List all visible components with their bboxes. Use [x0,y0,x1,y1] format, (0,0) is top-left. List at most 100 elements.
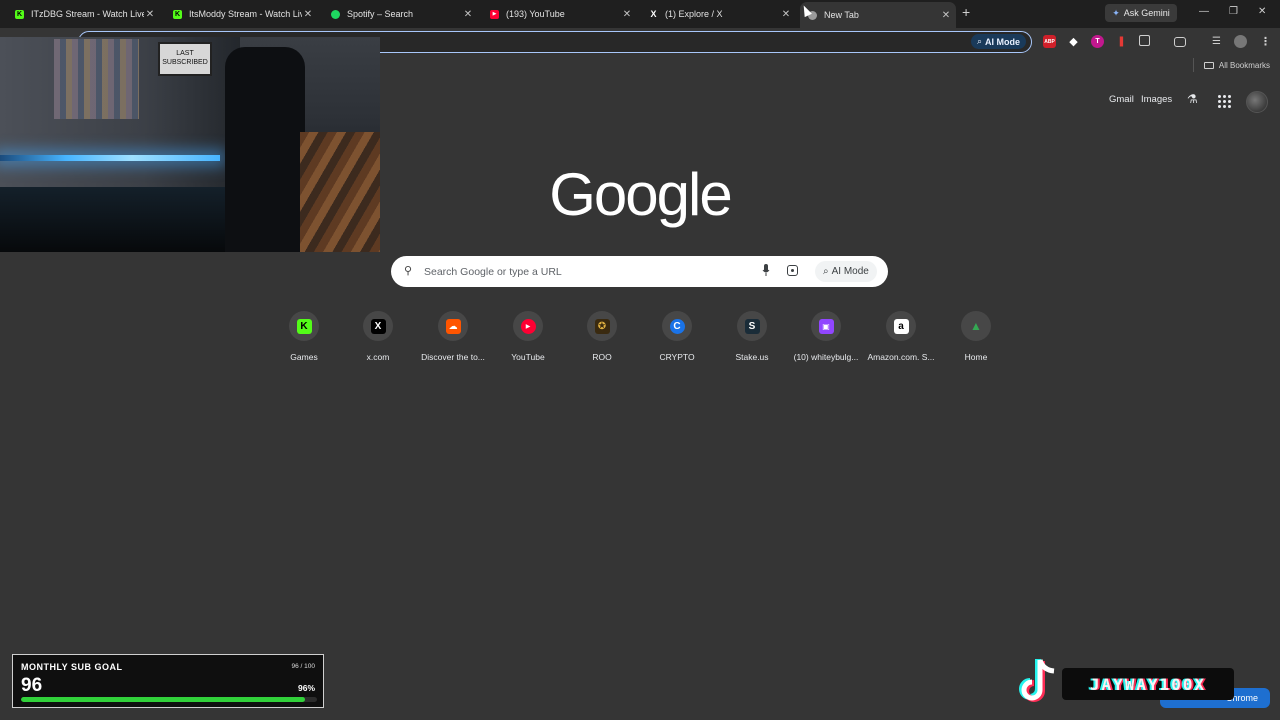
sub-goal-widget: MONTHLY SUB GOAL 96 / 100 96 96% [12,654,324,708]
sub-goal-value: 96 [21,675,43,696]
webcam-led-strip [0,155,220,161]
search-sparkle-icon: ⌕ [823,266,829,277]
adblock-plus-icon[interactable]: ABP [1043,35,1056,48]
tiktok-logo-icon [1019,659,1055,702]
extension-red-icon[interactable]: ❚ [1115,35,1128,48]
webcam-chair [225,47,305,252]
shortcut-youtube[interactable]: ▶ YouTube [488,311,568,362]
tab-spotify[interactable]: Spotify – Search ✕ [324,3,478,25]
shortcut-icon-circle: K [289,311,319,341]
diamond-extension-icon[interactable]: ◆ [1067,35,1080,48]
shortcut-icon-circle: X [363,311,393,341]
stake-icon: S [744,318,760,334]
shortcut-label: YouTube [511,352,545,362]
minimize-icon[interactable]: — [1199,6,1209,17]
shortcut-roo[interactable]: ✪ ROO [562,311,642,362]
google-apps-icon[interactable] [1218,95,1231,108]
webcam-blanket [300,132,380,252]
shortcut-games[interactable]: K Games [264,311,344,362]
new-tab-button[interactable]: + [962,4,970,20]
restore-icon[interactable]: ❐ [1229,6,1238,17]
ai-mode-chip[interactable]: ⌕ AI Mode [970,34,1026,49]
ai-mode-label: AI Mode [985,36,1020,47]
close-icon[interactable]: ✕ [780,9,792,20]
close-icon[interactable]: ✕ [302,9,314,20]
shortcut-label: (10) whiteybulg... [793,352,859,362]
extension-pink-icon[interactable]: T [1091,35,1104,48]
spotify-icon [331,9,340,19]
shortcut-label: ROO [592,352,612,362]
sub-goal-title: MONTHLY SUB GOAL [21,662,123,672]
search-box[interactable]: ⚲ Search Google or type a URL ⌕ AI Mode [391,256,888,287]
tab-new-tab[interactable]: New Tab ✕ [800,2,956,28]
profile-avatar-icon[interactable] [1234,35,1247,48]
search-icon: ⚲ [404,265,413,277]
sub-goal-progress-fill [21,697,306,702]
webcam-overlay: LAST SUBSCRIBED [0,37,380,252]
gmail-link[interactable]: Gmail [1109,94,1134,105]
close-icon[interactable]: ✕ [940,10,952,21]
shortcut-icon-circle: ▣ [811,311,841,341]
close-window-icon[interactable]: ✕ [1258,6,1266,17]
close-icon[interactable]: ✕ [621,9,633,20]
media-control-icon[interactable] [1174,37,1186,47]
microphone-icon[interactable] [762,264,770,276]
webcam-sign: LAST SUBSCRIBED [158,42,212,76]
shortcut-icon-circle: ☁ [438,311,468,341]
google-lens-icon[interactable] [787,265,798,276]
menu-kebab-icon[interactable]: ⋮ [1259,35,1272,48]
shortcut-icon-circle: ✪ [587,311,617,341]
gemini-sparkle-icon: ✦ [1112,7,1120,18]
close-icon[interactable]: ✕ [144,9,156,20]
shortcut-label: Amazon.com. S... [867,352,935,362]
tab-itsmoddy[interactable]: K ItsModdy Stream - Watch Live o ✕ [166,3,318,25]
tab-title: ITzDBG Stream - Watch Live on [31,9,144,19]
images-link[interactable]: Images [1141,94,1172,105]
shortcut-amazon[interactable]: a Amazon.com. S... [861,311,941,362]
ai-mode-button[interactable]: ⌕ AI Mode [815,261,877,282]
shortcut-icon-circle: ▶ [513,311,543,341]
tab-title: (193) YouTube [506,9,565,19]
ask-gemini-label: Ask Gemini [1123,8,1170,18]
shortcut-label: Games [290,352,318,362]
shortcut-icon-circle: C [662,311,692,341]
puzzle-extensions-icon[interactable] [1139,35,1150,46]
youtube-icon: ▶ [490,9,499,19]
shortcut-stake[interactable]: S Stake.us [712,311,792,362]
shortcut-crypto[interactable]: C CRYPTO [637,311,717,362]
youtube-icon: ▶ [520,318,536,334]
shortcut-soundcloud[interactable]: ☁ Discover the to... [413,311,493,362]
ask-gemini-button[interactable]: ✦ Ask Gemini [1105,4,1177,22]
shortcut-home[interactable]: ▲ Home [936,311,1016,362]
soundcloud-icon: ☁ [445,318,461,334]
ai-mode-label: AI Mode [831,266,869,277]
shortcut-label: Home [964,352,988,362]
shortcut-label: CRYPTO [659,352,695,362]
x-icon: X [650,9,657,19]
all-bookmarks-button[interactable]: All Bookmarks [1203,61,1270,70]
webcam-posters [54,39,139,119]
labs-flask-icon[interactable]: ⚗ [1187,92,1198,106]
shortcut-x[interactable]: X x.com [338,311,418,362]
avatar[interactable] [1246,91,1268,113]
twitch-icon: ▣ [818,318,834,334]
tab-title: New Tab [824,10,859,20]
reading-list-icon[interactable]: ☰ [1210,35,1223,48]
amazon-icon: a [893,318,909,334]
bookmarks-separator [1193,58,1194,72]
all-bookmarks-label: All Bookmarks [1218,61,1270,70]
tab-itzdbg[interactable]: K ITzDBG Stream - Watch Live on ✕ [8,3,160,25]
search-input[interactable]: Search Google or type a URL [424,266,562,278]
shortcut-icon-circle: a [886,311,916,341]
close-icon[interactable]: ✕ [462,9,474,20]
crypto-icon: C [669,318,685,334]
tab-title: ItsModdy Stream - Watch Live o [189,9,302,19]
sub-goal-count: 96 / 100 [291,663,316,670]
shortcut-twitch[interactable]: ▣ (10) whiteybulg... [786,311,866,362]
tab-youtube[interactable]: ▶ (193) YouTube ✕ [483,3,637,25]
sub-goal-percent: 96% [297,683,315,693]
sub-goal-progress-track [21,697,317,702]
roo-icon: ✪ [594,318,610,334]
shortcut-label: Stake.us [735,352,769,362]
tab-x-explore[interactable]: X (1) Explore / X ✕ [642,3,796,25]
